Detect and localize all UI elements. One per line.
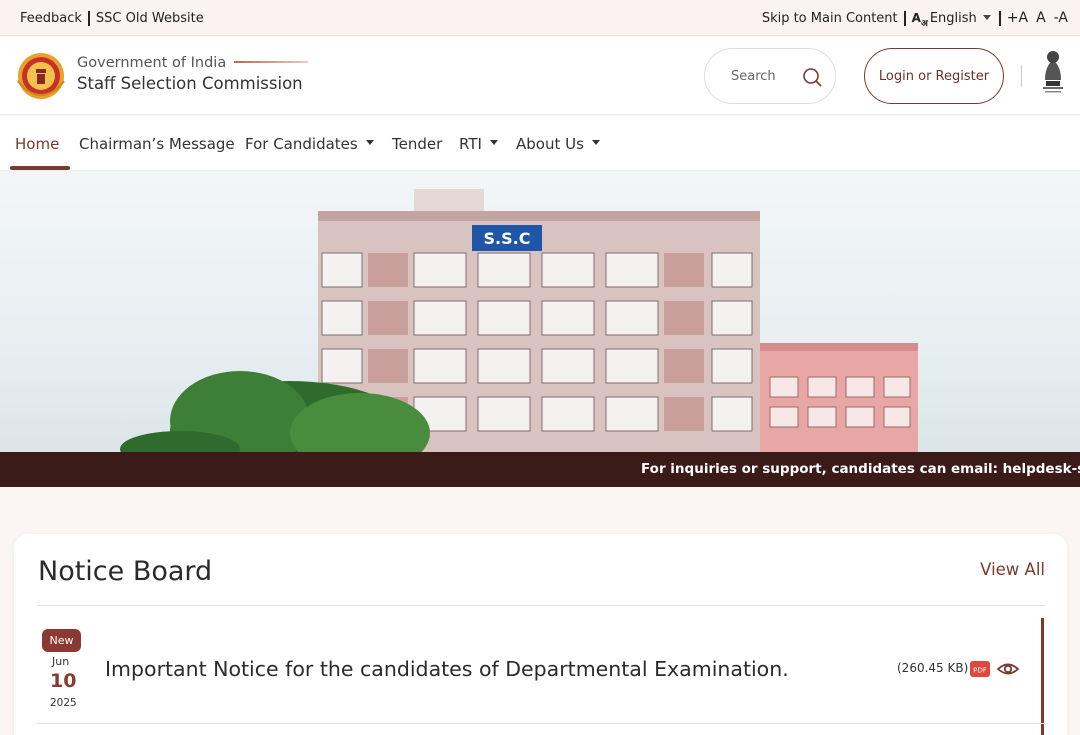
font-decrease-button[interactable]: -A: [1054, 10, 1068, 26]
topbar-right: Skip to Main Content Aअ English +A A -A: [762, 0, 1068, 36]
org-name: Staff Selection Commission: [77, 74, 303, 93]
login-register-button[interactable]: Login or Register: [864, 48, 1004, 104]
nav-label: Chairman’s Message: [79, 134, 235, 153]
language-label: English: [929, 10, 977, 26]
chevron-down-icon: [982, 14, 991, 20]
notice-year: 2025: [50, 697, 77, 709]
site-header: Government of India Staff Selection Comm…: [0, 37, 1080, 115]
font-normal-button[interactable]: A: [1036, 10, 1046, 26]
search-placeholder: Search: [731, 68, 776, 84]
nav-label: For Candidates: [245, 134, 358, 153]
old-website-link[interactable]: SSC Old Website: [96, 11, 204, 26]
divider: [903, 10, 906, 26]
search-icon[interactable]: [801, 66, 823, 88]
national-emblem-icon: [1043, 51, 1063, 93]
divider: [1021, 65, 1022, 87]
ssc-logo[interactable]: [14, 51, 68, 101]
notice-title[interactable]: Important Notice for the candidates of D…: [105, 657, 789, 681]
eye-icon[interactable]: [996, 659, 1020, 679]
gov-label-row: Government of India: [77, 55, 309, 71]
file-size: (260.45 KB): [897, 661, 969, 675]
nav-label: About Us: [516, 134, 584, 153]
main-nav: Home Chairman’s Message For Candidates T…: [0, 116, 1080, 171]
pdf-label: PDF: [973, 667, 987, 675]
divider: [37, 605, 1045, 606]
chevron-down-icon: [591, 140, 600, 145]
top-utility-bar: Feedback SSC Old Website Skip to Main Co…: [0, 0, 1080, 36]
nav-rti[interactable]: RTI: [459, 116, 498, 171]
font-increase-button[interactable]: +A: [1007, 10, 1028, 26]
topbar-left: Feedback SSC Old Website: [20, 0, 204, 36]
divider: [998, 10, 1001, 26]
notice-board-title: Notice Board: [38, 556, 213, 587]
feedback-link[interactable]: Feedback: [20, 11, 82, 26]
new-badge: New: [42, 629, 81, 652]
nav-label: RTI: [459, 134, 482, 153]
nav-label: Tender: [392, 134, 443, 153]
gov-label: Government of India: [77, 55, 227, 71]
nav-chairmans-message[interactable]: Chairman’s Message: [79, 116, 235, 171]
chevron-down-icon: [489, 140, 498, 145]
notice-item[interactable]: New Jun 10 2025 Important Notice for the…: [37, 628, 1037, 724]
divider: [37, 723, 1045, 724]
nav-tender[interactable]: Tender: [392, 116, 442, 171]
chevron-down-icon: [365, 140, 374, 145]
announcement-ticker: For inquiries or support, candidates can…: [0, 452, 1080, 487]
scrollbar[interactable]: [1041, 618, 1044, 735]
nav-label: Home: [15, 134, 60, 153]
nav-about-us[interactable]: About Us: [516, 116, 600, 171]
active-tab-indicator: [10, 166, 70, 170]
decorative-line: [234, 61, 309, 63]
nav-home[interactable]: Home: [15, 116, 59, 171]
ticker-text: For inquiries or support, candidates can…: [641, 461, 1080, 477]
language-icon: Aअ: [911, 11, 928, 29]
notice-month: Jun: [52, 655, 70, 668]
view-all-link[interactable]: View All: [980, 560, 1045, 579]
hero-banner: S.S.C: [0, 171, 1080, 452]
notice-board-card: Notice Board View All New Jun 10 2025 Im…: [14, 534, 1067, 735]
divider: [87, 10, 90, 26]
skip-to-main-link[interactable]: Skip to Main Content: [762, 11, 898, 26]
notice-day: 10: [50, 670, 77, 692]
brand-text: Government of India Staff Selection Comm…: [77, 55, 309, 93]
pdf-icon[interactable]: PDF: [969, 660, 991, 678]
nav-for-candidates[interactable]: For Candidates: [245, 116, 374, 171]
search-input[interactable]: Search: [704, 48, 836, 104]
building-illustration: S.S.C: [120, 189, 918, 452]
language-selector[interactable]: English: [930, 11, 991, 26]
building-sign: S.S.C: [484, 229, 531, 248]
